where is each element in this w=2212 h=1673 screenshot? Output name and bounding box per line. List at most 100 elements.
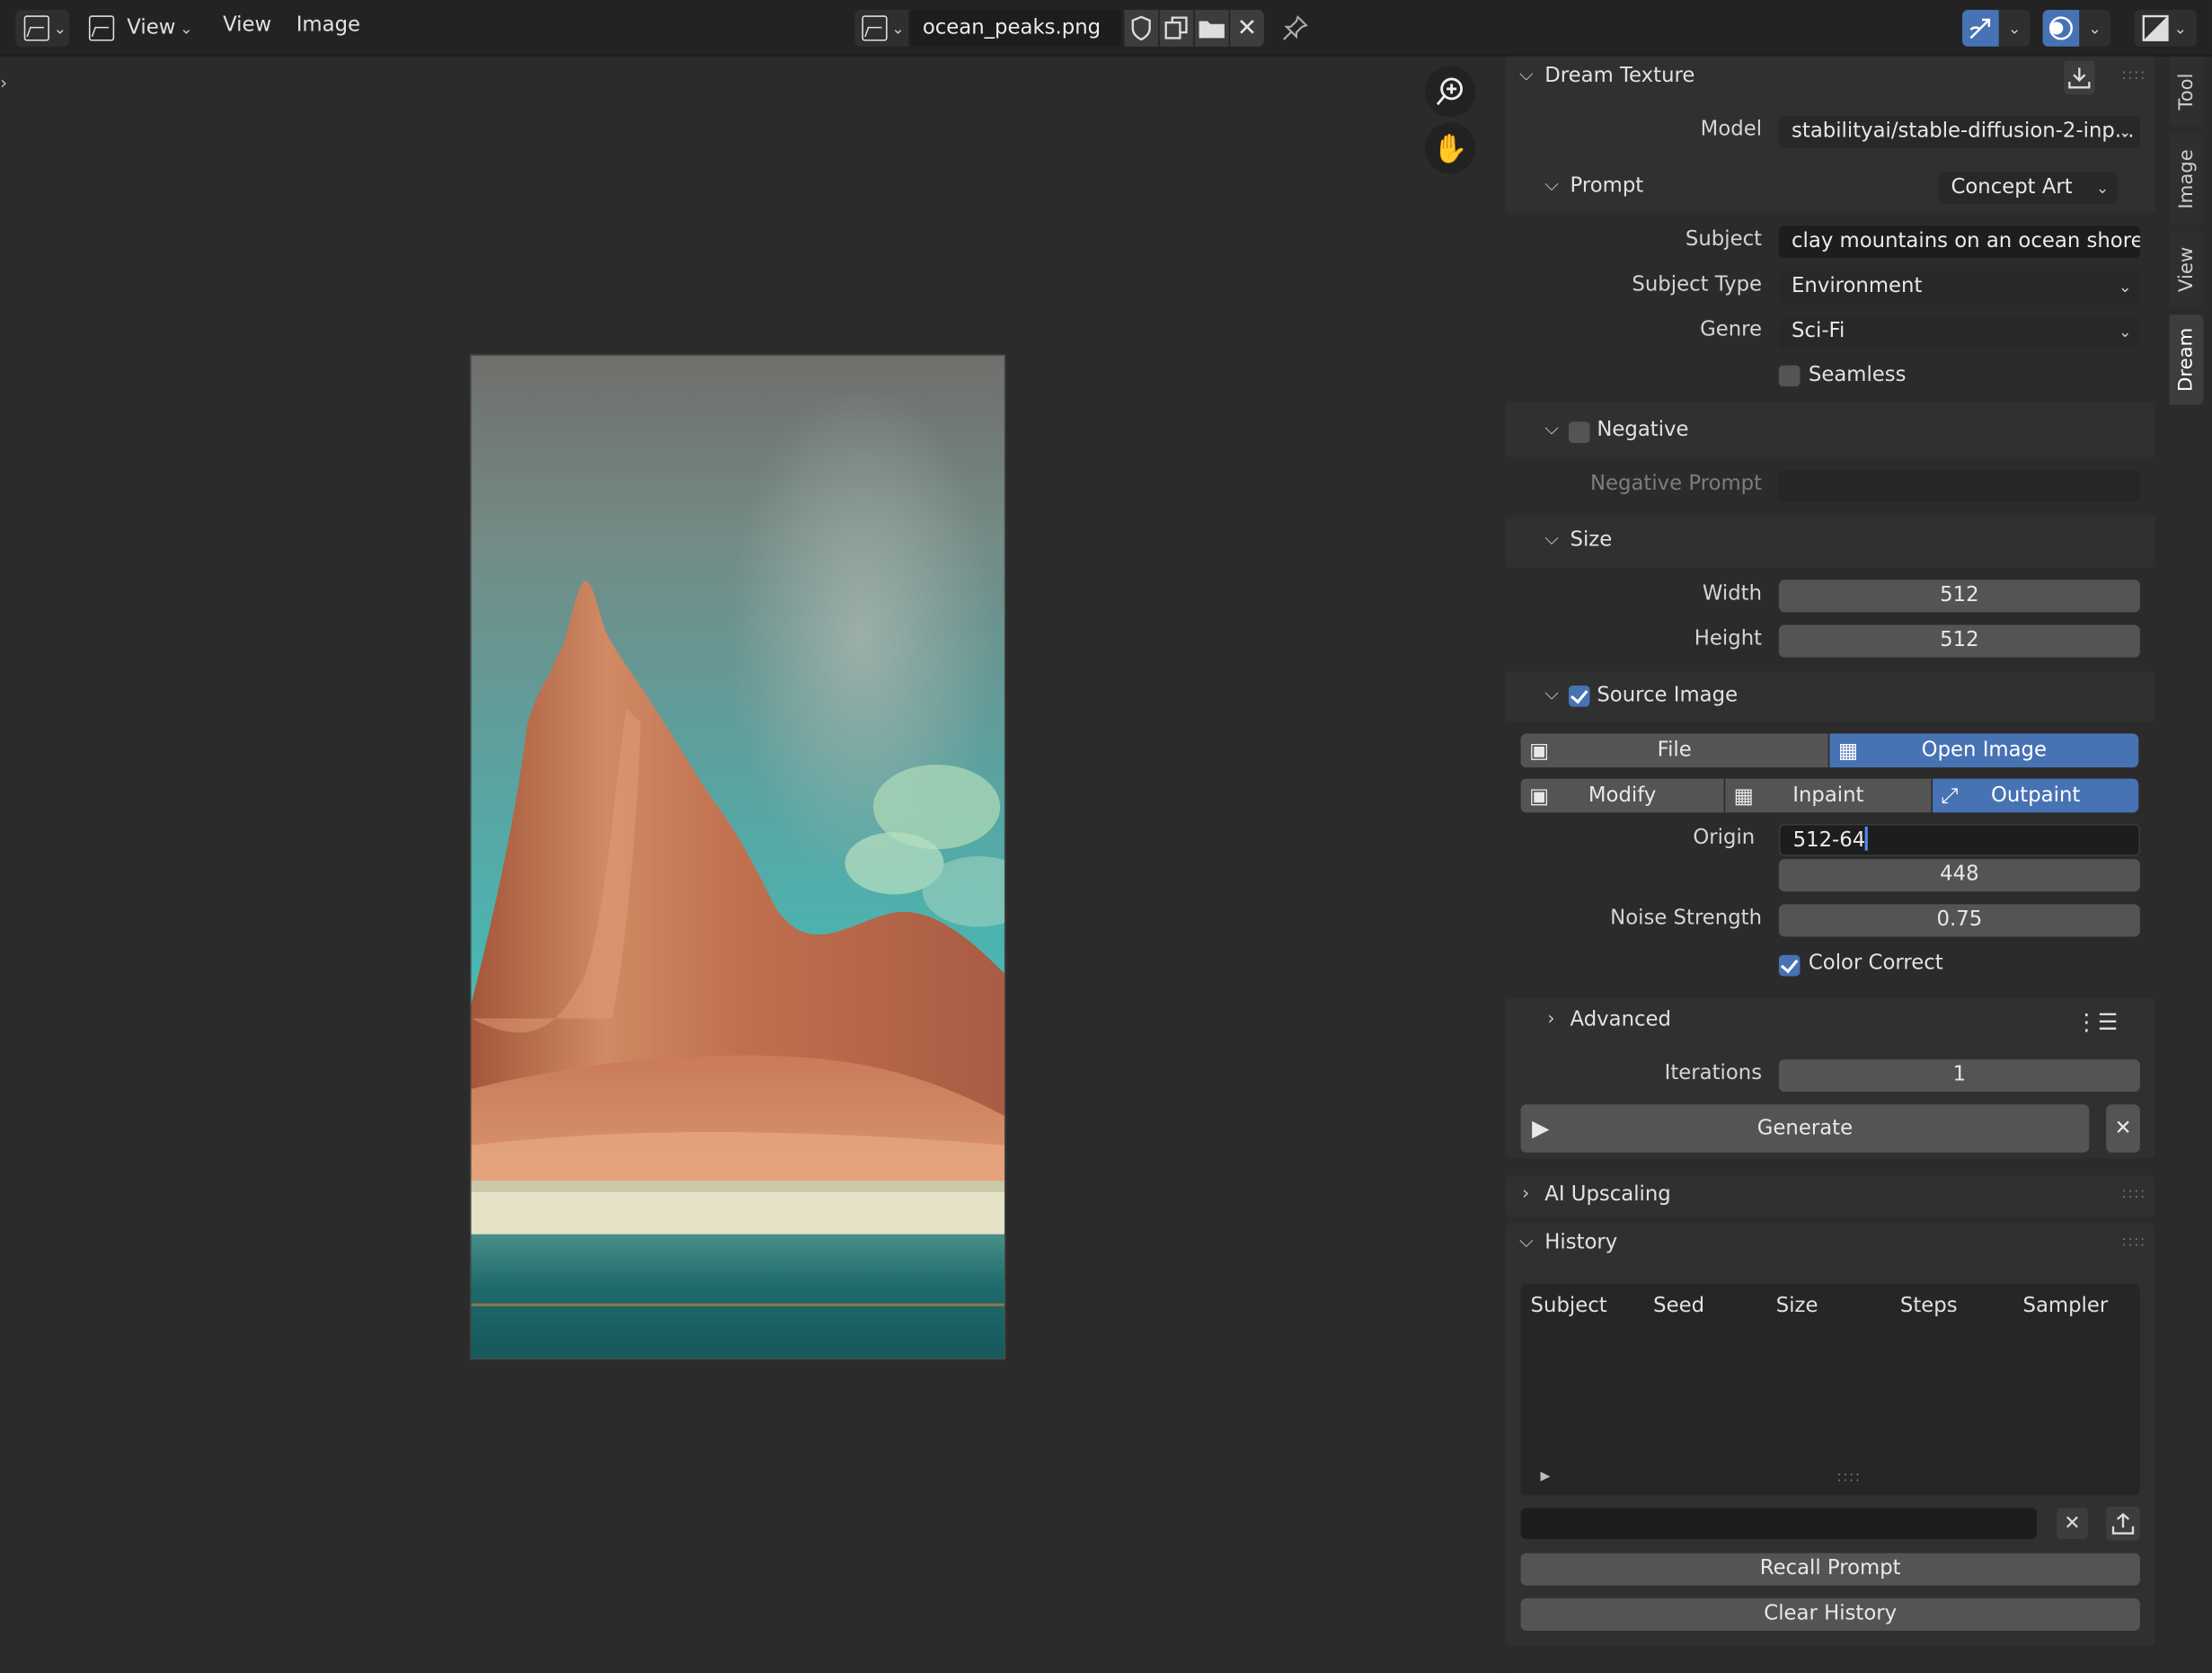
origin-y-field[interactable]: 448 <box>1778 859 2140 892</box>
chevron-down-icon[interactable]: ⌵ <box>1519 1232 1533 1253</box>
chevron-down-icon: ⌄ <box>2118 278 2132 297</box>
genre-dropdown[interactable]: Sci-Fi ⌄ <box>1778 315 2140 349</box>
tab-image[interactable]: Image <box>2169 134 2204 225</box>
history-filter-field[interactable] <box>1520 1508 2038 1539</box>
list-resize-handle[interactable]: :::: <box>1836 1470 1861 1485</box>
clear-history-button[interactable]: Clear History <box>1520 1598 2140 1631</box>
generate-button[interactable]: ▶ Generate <box>1520 1104 2090 1153</box>
subject-type-value: Environment <box>1792 275 1923 298</box>
source-image-checkbox[interactable] <box>1568 686 1590 707</box>
display-channels-button[interactable]: ⌄ <box>2134 9 2197 47</box>
history-list[interactable]: Subject Seed Size Steps Sampler ▶ :::: <box>1520 1283 2140 1496</box>
source-image-subpanel-title[interactable]: Source Image <box>1597 684 1738 706</box>
genre-label: Genre <box>1700 318 1763 341</box>
overlay-dropdown[interactable]: ⌄ <box>2079 9 2110 47</box>
width-field[interactable]: 512 <box>1778 580 2140 613</box>
seamless-checkbox[interactable] <box>1778 365 1801 387</box>
unlink-image-button[interactable]: ✕ <box>1230 9 1264 47</box>
list-icon[interactable]: ⋮☰ <box>2075 1009 2119 1036</box>
noise-strength-label: Noise Strength <box>1610 907 1763 930</box>
chevron-down-icon[interactable]: ⌵ <box>1544 175 1558 197</box>
model-label: Model <box>1700 118 1763 141</box>
pan-button[interactable]: ✋ <box>1424 122 1476 174</box>
model-dropdown[interactable]: stabilityai/stable-diffusion-2-inp... ⌄ <box>1778 115 2140 148</box>
chevron-down-icon[interactable]: ⌵ <box>1519 65 1533 86</box>
export-history-button[interactable] <box>2106 1506 2140 1541</box>
subject-type-dropdown[interactable]: Environment ⌄ <box>1778 270 2140 304</box>
history-column-subject: Subject <box>1530 1295 1607 1318</box>
panel-title[interactable]: Dream Texture <box>1544 65 1694 87</box>
history-column-sampler: Sampler <box>2022 1295 2109 1318</box>
toolbar-expand-arrow[interactable]: › <box>0 74 7 95</box>
inpaint-button[interactable]: ▦ Inpaint <box>1725 778 1932 813</box>
outpaint-button[interactable]: ⤢ Outpaint <box>1933 778 2139 813</box>
ocean-peaks-image <box>471 355 1004 1359</box>
duplicate-image-button[interactable] <box>1159 9 1194 47</box>
menu-view[interactable]: View <box>223 14 271 37</box>
image-icon <box>88 15 115 41</box>
zoom-button[interactable] <box>1424 66 1476 118</box>
tab-tool[interactable]: Tool <box>2169 56 2204 126</box>
history-title[interactable]: History <box>1544 1232 1617 1254</box>
image-editor-window: ⌄ View⌄ View Image ⌄ ocean_peaks.png ✕ <box>0 0 2212 1673</box>
history-panel: ⌵ History :::: Subject Seed Size Steps S… <box>1505 1223 2156 1647</box>
view-mode-dropdown[interactable]: View ⌄ <box>84 10 200 47</box>
seamless-label[interactable]: Seamless <box>1809 364 1907 386</box>
chevron-down-icon[interactable]: ⌵ <box>1544 684 1558 705</box>
menu-image[interactable]: Image <box>296 14 360 37</box>
height-label: Height <box>1694 627 1763 651</box>
advanced-subpanel-title[interactable]: Advanced <box>1571 1009 1671 1031</box>
editor-type-button[interactable]: ⌄ <box>15 9 69 47</box>
tab-view[interactable]: View <box>2169 231 2204 308</box>
download-model-button[interactable] <box>2064 60 2095 95</box>
panel-drag-handle[interactable]: :::: <box>2121 1235 2146 1250</box>
height-field[interactable]: 512 <box>1778 624 2140 658</box>
chevron-down-icon: ⌄ <box>2095 179 2110 198</box>
tab-dream[interactable]: Dream <box>2169 314 2204 405</box>
negative-prompt-field[interactable] <box>1778 469 2140 502</box>
play-icon: ▶ <box>1532 1114 1550 1142</box>
chevron-right-icon: › <box>1522 1183 1530 1205</box>
generated-image <box>469 354 1006 1360</box>
image-name-field[interactable]: ocean_peaks.png <box>909 9 1122 47</box>
chevron-right-icon[interactable]: › <box>1547 1009 1554 1031</box>
panel-drag-handle[interactable]: :::: <box>2121 1186 2146 1201</box>
gizmo-toggle[interactable] <box>1962 9 1999 47</box>
modify-label: Modify <box>1588 783 1657 808</box>
noise-strength-field[interactable]: 0.75 <box>1778 904 2140 937</box>
display-channels-icon <box>2142 14 2169 41</box>
image-browse-button[interactable]: ⌄ <box>854 9 909 47</box>
pin-button[interactable] <box>1277 10 1314 47</box>
dream-texture-panel: ⌵ Dream Texture :::: Model stabilityai/s… <box>1505 56 2156 1158</box>
prompt-subpanel-title[interactable]: Prompt <box>1571 175 1644 198</box>
iterations-field[interactable]: 1 <box>1778 1059 2140 1093</box>
expand-filter-arrow[interactable]: ▶ <box>1541 1470 1551 1484</box>
origin-x-field[interactable]: 512-64 <box>1778 823 2140 856</box>
chevron-down-icon: ⌄ <box>2118 323 2132 341</box>
size-subpanel-title[interactable]: Size <box>1571 529 1613 552</box>
color-correct-label[interactable]: Color Correct <box>1809 952 1943 975</box>
history-column-size: Size <box>1775 1295 1818 1318</box>
chevron-down-icon[interactable]: ⌵ <box>1544 529 1558 551</box>
width-label: Width <box>1702 582 1763 606</box>
subject-field[interactable]: clay mountains on an ocean shore <box>1778 226 2140 259</box>
remove-history-button[interactable]: ✕ <box>2057 1508 2088 1539</box>
color-correct-checkbox[interactable] <box>1778 954 1801 977</box>
cancel-generate-button[interactable]: ✕ <box>2106 1104 2140 1153</box>
open-image-button[interactable]: ▦ Open Image <box>1829 733 2139 768</box>
zoom-icon <box>1436 77 1464 106</box>
panel-drag-handle[interactable]: :::: <box>2121 67 2146 83</box>
negative-checkbox[interactable] <box>1568 421 1590 443</box>
open-image-button[interactable] <box>1194 9 1229 47</box>
file-button[interactable]: ▣ File <box>1520 733 1828 768</box>
recall-prompt-button[interactable]: Recall Prompt <box>1520 1553 2140 1586</box>
fake-user-button[interactable] <box>1124 9 1159 47</box>
gizmo-dropdown[interactable]: ⌄ <box>1998 9 2031 47</box>
modify-button[interactable]: ▣ Modify <box>1520 778 1724 813</box>
subject-type-label: Subject Type <box>1632 273 1763 297</box>
ai-upscaling-panel[interactable]: › AI Upscaling :::: <box>1505 1174 2156 1217</box>
negative-subpanel-title[interactable]: Negative <box>1597 419 1688 441</box>
prompt-preset-dropdown[interactable]: Concept Art ⌄ <box>1938 172 2118 205</box>
chevron-down-icon[interactable]: ⌵ <box>1544 419 1558 440</box>
overlay-toggle[interactable] <box>2042 9 2080 47</box>
